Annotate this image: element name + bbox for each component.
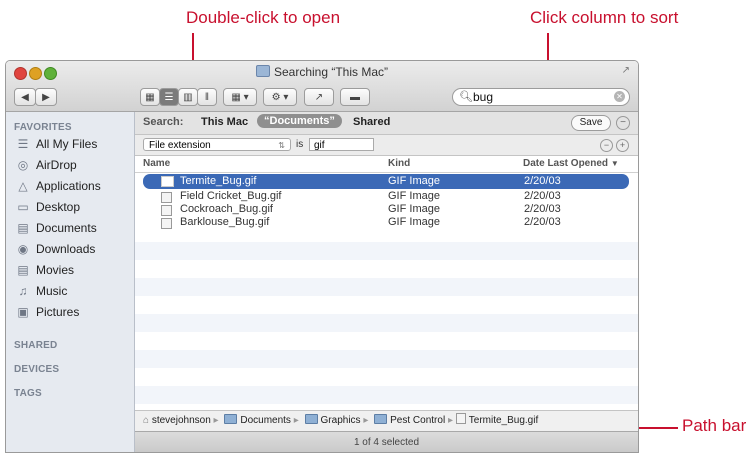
- path-item-file[interactable]: Termite_Bug.gif: [469, 415, 538, 426]
- scope-shared[interactable]: Shared: [353, 116, 390, 128]
- scope-label: Search:: [143, 116, 184, 128]
- path-separator-icon: ▸: [293, 415, 302, 426]
- path-separator-icon: ▸: [447, 415, 456, 426]
- empty-row: [135, 242, 638, 260]
- remove-criteria-icon[interactable]: −: [616, 116, 630, 130]
- search-input[interactable]: bug: [473, 90, 493, 104]
- scope-documents[interactable]: “Documents”: [257, 114, 342, 128]
- applications-icon: △: [18, 179, 28, 193]
- sidebar-header-devices[interactable]: DEVICES: [14, 364, 59, 375]
- sidebar-item-pictures[interactable]: ▣ Pictures: [16, 302, 79, 322]
- search-criteria-bar: File extension ⇅ is gif − +: [135, 135, 638, 156]
- callout-click-column: Click column to sort: [530, 8, 679, 27]
- downloads-icon: ◉: [17, 242, 29, 256]
- gif-file-icon: [161, 192, 172, 203]
- sidebar-header-favorites: FAVORITES: [14, 122, 72, 133]
- forward-button[interactable]: ▶: [35, 88, 57, 106]
- back-button[interactable]: ◀: [14, 88, 36, 106]
- scope-this-mac[interactable]: This Mac: [201, 116, 248, 128]
- folder-icon: [374, 414, 388, 424]
- sidebar-item-airdrop[interactable]: ◎ AirDrop: [16, 155, 77, 175]
- path-item-home[interactable]: stevejohnson: [152, 415, 211, 426]
- folder-icon: [224, 414, 238, 424]
- gif-file-icon: [455, 413, 466, 424]
- fullscreen-icon[interactable]: ↗: [622, 65, 630, 76]
- folder-icon: [304, 414, 318, 424]
- sort-descending-icon: ▼: [610, 159, 619, 168]
- sidebar-item-downloads[interactable]: ◉ Downloads: [16, 239, 96, 259]
- sidebar-item-music[interactable]: ♫ Music: [16, 281, 68, 301]
- documents-icon: ▤: [17, 221, 29, 235]
- search-icon: 🔍︎: [459, 91, 473, 103]
- select-arrows-icon: ⇅: [278, 141, 285, 150]
- sidebar-item-applications[interactable]: △ Applications: [16, 176, 100, 196]
- path-separator-icon: ▸: [213, 415, 222, 426]
- finder-window: Searching “This Mac” ↗ ◀ ▶ ▦ ☰ ▥ ‖ ▦ ▾ ⚙…: [5, 60, 639, 453]
- status-bar: 1 of 4 selected: [135, 431, 638, 452]
- path-bar: ⌂ stevejohnson ▸ Documents ▸ Graphics ▸ …: [135, 410, 638, 431]
- search-scope-bar: Search: This Mac “Documents” Shared Save…: [135, 112, 638, 135]
- path-separator-icon: ▸: [363, 415, 372, 426]
- desktop-icon: ▭: [17, 200, 29, 214]
- remove-rule-icon[interactable]: −: [600, 139, 613, 152]
- gif-file-icon: [161, 218, 172, 229]
- gif-file-icon: [161, 205, 172, 216]
- window-title-text: Searching “This Mac”: [273, 65, 389, 79]
- path-item-graphics[interactable]: Graphics: [321, 415, 361, 426]
- sidebar-item-desktop[interactable]: ▭ Desktop: [16, 197, 80, 217]
- save-search-button[interactable]: Save: [571, 115, 611, 131]
- file-row[interactable]: Field Cricket_Bug.gif GIF Image 2/20/03: [135, 190, 638, 203]
- file-row-selected[interactable]: Termite_Bug.gif GIF Image 2/20/03: [143, 174, 629, 189]
- callout-path-bar: Path bar: [682, 416, 747, 435]
- sidebar: FAVORITES ☰ All My Files ◎ AirDrop △ Applic…: [6, 112, 135, 452]
- sidebar-item-all-my-files[interactable]: ☰ All My Files: [16, 134, 98, 154]
- movies-icon: ▤: [17, 263, 29, 277]
- tags-button[interactable]: ▬: [340, 88, 370, 106]
- column-date-last-opened[interactable]: Date Last Opened ▼: [523, 158, 619, 169]
- empty-row: [135, 350, 638, 368]
- sidebar-header-shared[interactable]: SHARED: [14, 340, 57, 351]
- sidebar-item-documents[interactable]: ▤ Documents: [16, 218, 96, 238]
- clear-search-icon[interactable]: ✕: [614, 91, 625, 102]
- status-text: 1 of 4 selected: [353, 437, 420, 448]
- airdrop-icon: ◎: [17, 158, 29, 172]
- icon-view-button[interactable]: ▦: [140, 88, 160, 106]
- operator-label: is: [296, 139, 304, 150]
- home-icon: ⌂: [143, 415, 150, 426]
- add-rule-icon[interactable]: +: [616, 139, 629, 152]
- coverflow-view-button[interactable]: ‖: [197, 88, 217, 106]
- music-icon: ♫: [18, 284, 28, 298]
- column-kind[interactable]: Kind: [388, 158, 410, 169]
- share-button[interactable]: ↗: [304, 88, 334, 106]
- sidebar-header-tags[interactable]: TAGS: [14, 388, 42, 399]
- title-bar: Searching “This Mac” ↗ ◀ ▶ ▦ ☰ ▥ ‖ ▦ ▾ ⚙…: [6, 61, 638, 112]
- main-pane: Search: This Mac “Documents” Shared Save…: [135, 112, 638, 452]
- callout-double-click: Double-click to open: [186, 8, 341, 27]
- column-name[interactable]: Name: [143, 158, 170, 169]
- empty-row: [135, 386, 638, 404]
- column-view-button[interactable]: ▥: [178, 88, 198, 106]
- action-button[interactable]: ⚙ ▾: [263, 88, 297, 106]
- all-files-icon: ☰: [17, 137, 29, 151]
- arrange-button[interactable]: ▦ ▾: [223, 88, 257, 106]
- criteria-value-field[interactable]: gif: [309, 138, 374, 151]
- gif-file-icon: [161, 176, 174, 187]
- attribute-select[interactable]: File extension ⇅: [143, 138, 291, 151]
- search-folder-icon: [255, 65, 270, 77]
- search-field[interactable]: 🔍︎ bug ✕: [452, 88, 630, 106]
- list-view-button[interactable]: ☰: [159, 88, 179, 106]
- pictures-icon: ▣: [17, 305, 29, 319]
- file-row[interactable]: Barklouse_Bug.gif GIF Image 2/20/03: [135, 216, 638, 229]
- empty-row: [135, 278, 638, 296]
- window-title: Searching “This Mac”: [6, 65, 638, 79]
- sidebar-item-movies[interactable]: ▤ Movies: [16, 260, 74, 280]
- path-item-pest-control[interactable]: Pest Control: [390, 415, 445, 426]
- empty-row: [135, 314, 638, 332]
- path-item-documents[interactable]: Documents: [240, 415, 291, 426]
- column-header-row: Name Kind Date Last Opened ▼: [135, 156, 638, 173]
- file-row[interactable]: Cockroach_Bug.gif GIF Image 2/20/03: [135, 203, 638, 216]
